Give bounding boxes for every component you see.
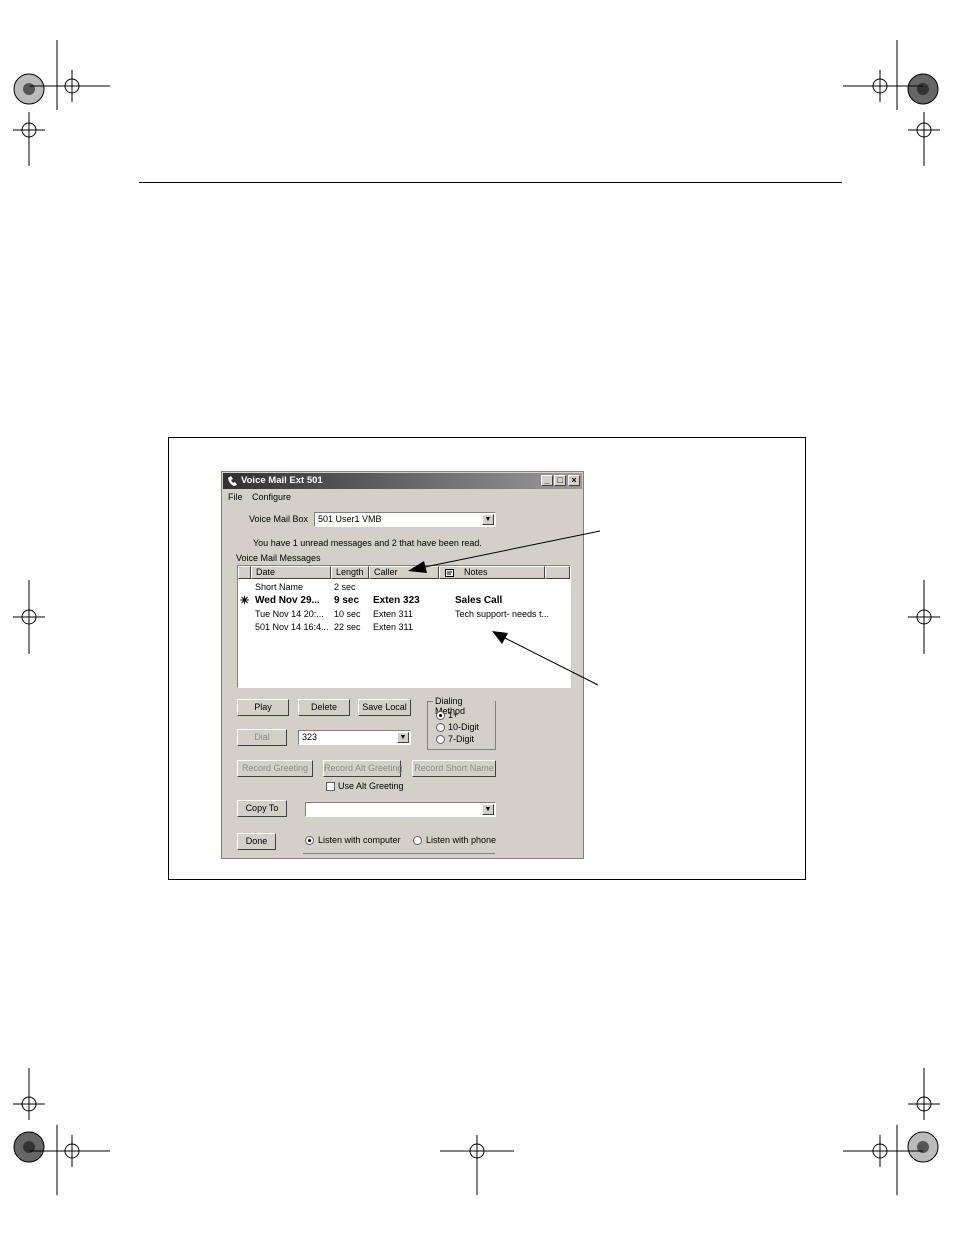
- list-header: Date Length Caller Notes: [238, 566, 570, 579]
- status-text: You have 1 unread messages and 2 that ha…: [253, 538, 482, 548]
- use-alt-greeting-label: Use Alt Greeting: [338, 781, 404, 791]
- row-date: Wed Nov 29...: [255, 595, 320, 606]
- radio-7-digit-label: 7-Digit: [448, 734, 475, 744]
- row-length: 10 sec: [334, 609, 361, 619]
- listen-computer-label: Listen with computer: [318, 835, 401, 845]
- dial-number-value: 323: [302, 732, 318, 742]
- messages-label: Voice Mail Messages: [236, 553, 321, 563]
- minimize-button[interactable]: _: [541, 475, 553, 486]
- registration-target-icon: [13, 1131, 45, 1163]
- save-local-button[interactable]: Save Local: [358, 699, 411, 716]
- radio-1plus[interactable]: [436, 711, 445, 720]
- close-button[interactable]: ×: [568, 475, 580, 486]
- voice-mail-window: Voice Mail Ext 501 _ □ × File Configure …: [221, 471, 584, 859]
- radio-10-digit-label: 10-Digit: [448, 722, 480, 732]
- record-greeting-button[interactable]: Record Greeting: [237, 760, 313, 777]
- listen-phone-label: Listen with phone: [426, 835, 497, 845]
- notepad-icon: [445, 569, 454, 577]
- dialing-method-group: Dialing Method 1+ 10-Digit 7-Digit: [427, 696, 496, 750]
- phone-app-icon: [228, 476, 237, 486]
- row-length: 9 sec: [334, 595, 360, 606]
- copy-to-button[interactable]: Copy To: [237, 800, 287, 817]
- menu-configure[interactable]: Configure: [252, 492, 291, 502]
- registration-target-icon: [907, 73, 939, 105]
- row-caller: Exten 311: [373, 622, 413, 632]
- unread-star-icon: ✳: [240, 595, 250, 607]
- header-rule: [139, 182, 842, 183]
- row-notes: Tech support- needs t...: [455, 609, 550, 619]
- copy-to-select[interactable]: ▼: [305, 802, 496, 817]
- record-alt-greeting-button[interactable]: Record Alt Greeting: [323, 760, 403, 777]
- list-item[interactable]: ✳ Wed Nov 29... 9 sec Exten 323 Sales Ca…: [238, 594, 570, 607]
- row-date: 501 Nov 14 16:4...: [255, 622, 329, 632]
- listen-mode-group: Listen with computer Listen with phone: [303, 827, 497, 854]
- done-button[interactable]: Done: [237, 833, 276, 850]
- row-caller: Exten 323: [373, 595, 420, 606]
- mailbox-select[interactable]: 501 User1 VMB ▼: [314, 512, 496, 527]
- row-length: 2 sec: [334, 582, 356, 592]
- list-item[interactable]: Tue Nov 14 20:... 10 sec Exten 311 Tech …: [238, 608, 570, 621]
- column-marker[interactable]: [238, 566, 251, 579]
- notes-header-label: Notes: [464, 567, 488, 577]
- chevron-down-icon[interactable]: ▼: [482, 514, 494, 525]
- dial-number-select[interactable]: 323 ▼: [298, 730, 411, 745]
- mailbox-label: Voice Mail Box: [249, 514, 309, 524]
- messages-list[interactable]: Date Length Caller Notes Short Name 2 se…: [237, 565, 571, 688]
- chevron-down-icon[interactable]: ▼: [397, 732, 409, 743]
- row-caller: Exten 311: [373, 609, 413, 619]
- chevron-down-icon[interactable]: ▼: [482, 804, 494, 815]
- radio-listen-phone[interactable]: [413, 836, 422, 845]
- title-bar[interactable]: Voice Mail Ext 501 _ □ ×: [223, 473, 582, 489]
- menu-file[interactable]: File: [228, 492, 243, 502]
- use-alt-greeting-checkbox[interactable]: [326, 782, 335, 791]
- row-date: Tue Nov 14 20:...: [255, 609, 324, 619]
- list-item[interactable]: Short Name 2 sec: [238, 581, 570, 594]
- row-length: 22 sec: [334, 622, 361, 632]
- list-item[interactable]: 501 Nov 14 16:4... 22 sec Exten 311: [238, 621, 570, 634]
- column-extra[interactable]: [545, 566, 570, 579]
- radio-7-digit[interactable]: [436, 735, 445, 744]
- delete-button[interactable]: Delete: [298, 699, 350, 716]
- record-short-name-button[interactable]: Record Short Name: [412, 760, 496, 777]
- row-date: Short Name: [255, 582, 304, 592]
- radio-listen-computer[interactable]: [305, 836, 314, 845]
- play-button[interactable]: Play: [237, 699, 289, 716]
- menu-bar: File Configure: [228, 492, 298, 504]
- column-length[interactable]: Length: [331, 566, 369, 579]
- registration-target-icon: [907, 1131, 939, 1163]
- maximize-button[interactable]: □: [554, 475, 566, 486]
- radio-10-digit[interactable]: [436, 723, 445, 732]
- column-caller[interactable]: Caller: [369, 566, 439, 579]
- registration-target-icon: [13, 73, 45, 105]
- mailbox-value: 501 User1 VMB: [318, 514, 382, 524]
- row-notes: Sales Call: [455, 595, 503, 606]
- window-title: Voice Mail Ext 501: [241, 475, 323, 486]
- radio-1plus-label: 1+: [448, 710, 459, 720]
- dial-button[interactable]: Dial: [237, 729, 287, 746]
- column-date[interactable]: Date: [251, 566, 331, 579]
